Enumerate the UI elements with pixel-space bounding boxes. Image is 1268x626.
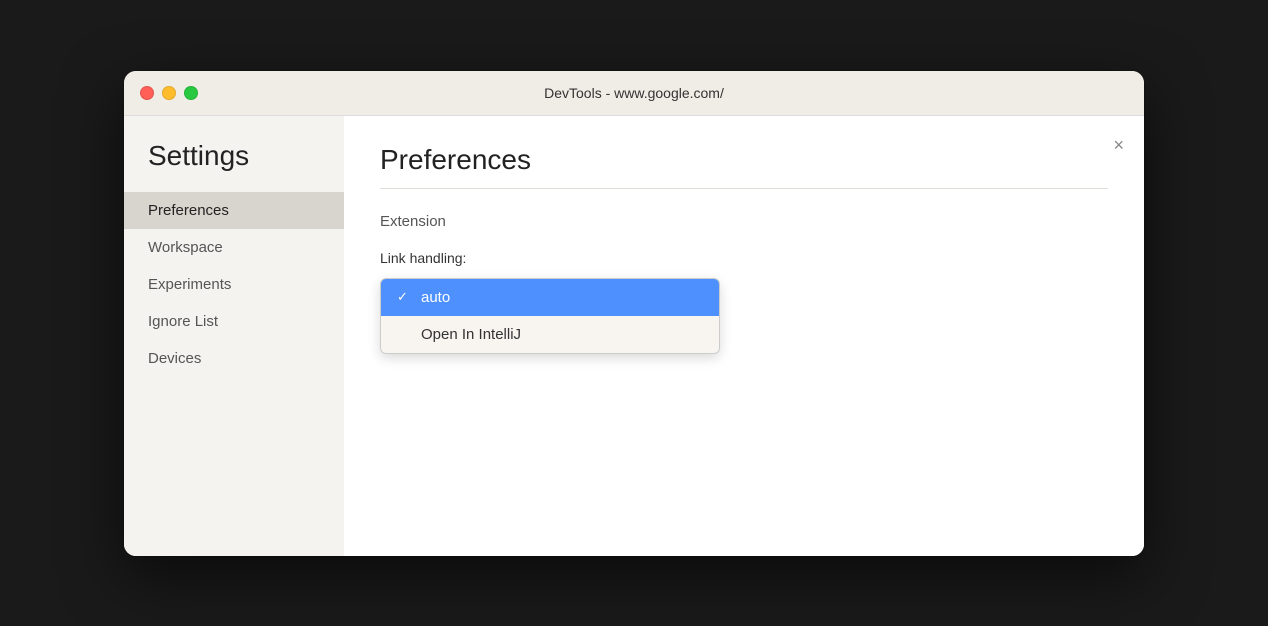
checkmark-icon: ✓ bbox=[397, 289, 413, 305]
sidebar: Settings Preferences Workspace Experimen… bbox=[124, 116, 344, 556]
option-auto-label: auto bbox=[421, 289, 450, 306]
sidebar-item-experiments[interactable]: Experiments bbox=[124, 266, 344, 303]
section-title: Extension bbox=[380, 213, 1108, 230]
sidebar-item-preferences[interactable]: Preferences bbox=[124, 192, 344, 229]
dropdown-list: ✓ auto Open In IntelliJ bbox=[380, 278, 720, 354]
content-area: Settings Preferences Workspace Experimen… bbox=[124, 116, 1144, 556]
devtools-window: DevTools - www.google.com/ Settings Pref… bbox=[124, 71, 1144, 556]
close-panel-button[interactable]: × bbox=[1113, 136, 1124, 154]
option-intellij-label: Open In IntelliJ bbox=[421, 326, 521, 343]
main-content: × Preferences Extension Link handling: ✓… bbox=[344, 116, 1144, 556]
close-button-traffic[interactable] bbox=[140, 86, 154, 100]
window-title: DevTools - www.google.com/ bbox=[544, 85, 724, 101]
sidebar-title: Settings bbox=[124, 140, 344, 192]
page-title: Preferences bbox=[380, 144, 1108, 176]
sidebar-item-workspace[interactable]: Workspace bbox=[124, 229, 344, 266]
dropdown-option-auto[interactable]: ✓ auto bbox=[381, 279, 719, 316]
link-handling-field: Link handling: ✓ auto Open In IntelliJ bbox=[380, 246, 1108, 354]
title-divider bbox=[380, 188, 1108, 189]
sidebar-item-devices[interactable]: Devices bbox=[124, 340, 344, 377]
traffic-lights bbox=[140, 86, 198, 100]
sidebar-item-ignore-list[interactable]: Ignore List bbox=[124, 303, 344, 340]
titlebar: DevTools - www.google.com/ bbox=[124, 71, 1144, 116]
link-handling-dropdown[interactable]: ✓ auto Open In IntelliJ bbox=[380, 278, 720, 354]
minimize-button-traffic[interactable] bbox=[162, 86, 176, 100]
field-label: Link handling: bbox=[380, 246, 466, 266]
dropdown-option-intellij[interactable]: Open In IntelliJ bbox=[381, 316, 719, 353]
maximize-button-traffic[interactable] bbox=[184, 86, 198, 100]
